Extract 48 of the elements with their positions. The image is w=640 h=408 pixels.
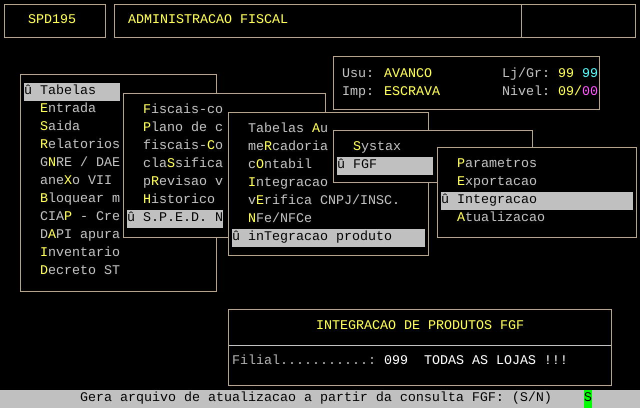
- menu-item[interactable]: û Tabelas: [24, 83, 120, 101]
- menu-item[interactable]: GNRE / DAE: [24, 155, 120, 173]
- field-value: 099 TODAS AS LOJAS !!!: [384, 353, 568, 371]
- access-group-value: 00: [582, 84, 598, 102]
- menu-item[interactable]: NFe/NFCe: [232, 211, 312, 229]
- store-label: Lj/Gr:: [502, 66, 550, 84]
- menu-item[interactable]: Inventario: [24, 245, 120, 263]
- status-prompt: Gera arquivo de atualizacao a partir da consulta FGF: (S/N): [80, 390, 552, 408]
- user-value: AVANCO: [384, 66, 432, 84]
- access-value: 09/: [558, 84, 582, 102]
- menu-item[interactable]: Entrada: [24, 101, 96, 119]
- menu-item[interactable]: Atualizacao: [441, 210, 545, 228]
- menu-item[interactable]: fiscais-Co: [127, 138, 223, 156]
- access-label: Nivel:: [502, 84, 550, 102]
- menu-item[interactable]: pRevisao v: [127, 174, 223, 192]
- menu-item[interactable]: vErifica CNPJ/INSC.: [232, 193, 400, 211]
- menu-item[interactable]: Relatorios: [24, 137, 120, 155]
- menu-item[interactable]: Systax: [337, 139, 401, 157]
- menu-item[interactable]: claSsifica: [127, 156, 223, 174]
- menu-item[interactable]: Saida: [24, 119, 80, 137]
- menu-item[interactable]: Integracao: [232, 175, 328, 193]
- store-value: 99: [558, 66, 574, 84]
- menu-item[interactable]: cOntabil: [232, 157, 312, 175]
- menu-item[interactable]: Tabelas Au: [232, 121, 328, 139]
- group-value: 99: [582, 66, 598, 84]
- menu-item[interactable]: CIAP - Cre: [24, 209, 120, 227]
- window-title: ADMINISTRACAO FISCAL: [128, 12, 288, 30]
- menu-item[interactable]: Decreto ST: [24, 263, 120, 281]
- menu-item[interactable]: Parametros: [441, 156, 537, 174]
- menu-item[interactable]: Exportacao: [441, 174, 537, 192]
- answer-field[interactable]: S: [584, 390, 592, 408]
- menu-item[interactable]: DAPI apura: [24, 227, 120, 245]
- menu-item[interactable]: û FGF: [337, 157, 433, 175]
- dialog-title: INTEGRACAO DE PRODUTOS FGF: [229, 310, 611, 346]
- menu-item[interactable]: Bloquear m: [24, 191, 120, 209]
- menu-item[interactable]: Fiscais-co: [127, 102, 223, 120]
- menu-item[interactable]: û Integracao: [441, 192, 633, 210]
- user-label: Usu:: [342, 66, 374, 84]
- printer-value: ESCRAVA: [384, 84, 440, 102]
- menu-item[interactable]: Historico: [127, 192, 215, 210]
- field-label: Filial...........:: [232, 353, 376, 371]
- program-code: SPD195: [28, 12, 76, 30]
- menu-item[interactable]: aneXo VII: [24, 173, 112, 191]
- menu-item[interactable]: û inTegracao produto: [232, 229, 425, 247]
- menu-item[interactable]: û S.P.E.D. N: [127, 210, 223, 228]
- printer-label: Imp:: [342, 84, 374, 102]
- menu-item[interactable]: Plano de c: [127, 120, 223, 138]
- menu-item[interactable]: meRcadoria: [232, 139, 328, 157]
